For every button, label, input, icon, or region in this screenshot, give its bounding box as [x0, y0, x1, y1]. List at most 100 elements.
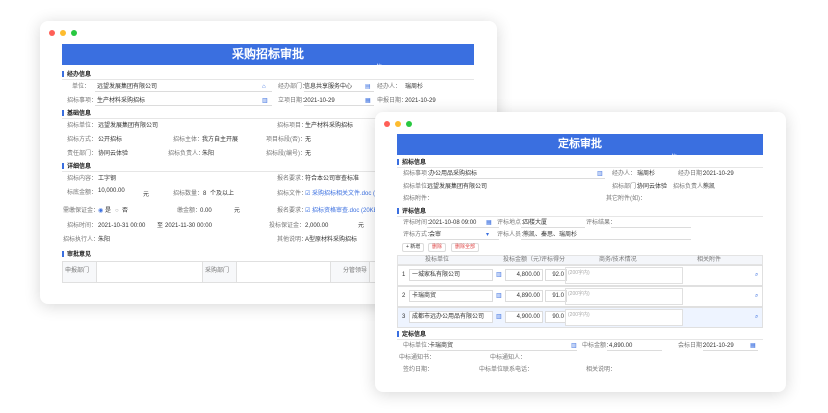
project-date-field[interactable]: 2021-10-29 [304, 97, 374, 106]
row-score-input[interactable]: 92.0 [545, 269, 567, 281]
agent-value: 瑞周杉 [637, 171, 656, 177]
bond-yes-label: 是 [105, 208, 112, 214]
eval-people-value: 熊凯、秦思、瑞周杉 [523, 232, 578, 238]
qty-unit: 个及以上 [210, 191, 235, 197]
bid-project-label: 招标项目： [277, 123, 308, 129]
winner-field[interactable]: 卡瑞商贸 [427, 342, 577, 351]
paperclip-icon[interactable]: ⌕ [755, 293, 758, 300]
section-bid-info: 招标信息 [397, 159, 426, 167]
col-amount: 投标金额（元） [503, 257, 546, 263]
winner-phone-label: 中标单位联系电话： [479, 367, 534, 373]
eval-place-value: 四楼大厦 [523, 220, 548, 226]
edit-icon[interactable]: ▥ [597, 171, 603, 178]
row-bidder-input[interactable]: 成都市远办公用品有限公司 [409, 311, 493, 323]
bid-time-start: 2021-10-31 00:00 [98, 223, 146, 229]
add-row-button[interactable]: + 新增 [402, 243, 425, 252]
divider [397, 167, 763, 168]
delete-all-button[interactable]: 删除全部 [451, 243, 480, 252]
bond-amount-label: 缴金额： [177, 208, 202, 214]
minimize-dot-icon[interactable] [395, 121, 401, 127]
col-bidder: 投标单位 [425, 257, 450, 263]
dept-field[interactable]: 信息共享服务中心 [304, 83, 374, 92]
eval-people-field[interactable]: 熊凯、秦思、瑞周杉 [521, 231, 691, 240]
row-score-value: 92.0 [552, 272, 564, 278]
bid-time-to: 至 [157, 223, 164, 229]
row-business-textarea[interactable]: (200字内) [565, 267, 683, 284]
other-attach-label: 其它附件(如)： [606, 196, 646, 202]
bid-project-value: 生产材料采购招标 [305, 123, 354, 129]
row-bidder-value: 成都市远办公用品有限公司 [412, 314, 485, 320]
select-icon[interactable]: ▥ [496, 272, 502, 279]
bond-required-label: 需缴保证金： [63, 208, 100, 214]
calendar-icon[interactable]: ▦ [750, 343, 756, 350]
dropdown-icon[interactable]: ▾ [486, 232, 489, 239]
content-value: 工字钢 [98, 176, 117, 182]
other-value: A型原材料采购招标 [305, 237, 358, 243]
other-label: 其他说明： [277, 237, 308, 243]
contract-date-label: 签约日期： [403, 367, 434, 373]
section-decision-info: 定标信息 [397, 331, 426, 339]
row-score-input[interactable]: 90.0 [545, 311, 567, 323]
radio-selected-icon[interactable]: ◉ [98, 208, 103, 215]
paperclip-icon[interactable]: ⌕ [755, 314, 758, 321]
unit-field[interactable]: 远望发展集团有限公司 [95, 83, 272, 92]
win-amount-field[interactable]: 4,890.00 [607, 342, 662, 351]
matter-field[interactable]: 办公用品采购招标 [427, 170, 605, 179]
row-amount-value: 4,900.00 [516, 314, 540, 320]
maximize-dot-icon[interactable] [71, 30, 77, 36]
paperclip-icon[interactable]: ⌕ [755, 272, 758, 279]
resp-dept-value: 协同云体验 [98, 151, 129, 157]
unit-value: 远望发展集团有限公司 [97, 84, 158, 90]
bid-time-label: 招标时间： [67, 223, 98, 229]
select-icon[interactable]: ▥ [496, 314, 502, 321]
select-icon[interactable]: ▥ [571, 343, 577, 350]
qty-label: 招标数量： [173, 191, 204, 197]
row-score-input[interactable]: 91.0 [545, 290, 567, 302]
form-header: 定标审批 № [397, 134, 763, 159]
edit-icon[interactable]: ▥ [262, 98, 268, 105]
divider [62, 79, 474, 80]
calendar-icon[interactable]: ▦ [365, 98, 371, 105]
eval-place-field[interactable]: 四楼大厦 [521, 219, 585, 228]
bid-owner-value: 朱阳 [202, 151, 215, 157]
close-dot-icon[interactable] [384, 121, 390, 127]
close-dot-icon[interactable] [49, 30, 55, 36]
row-bidder-input[interactable]: 一城家私有限公司 [409, 269, 493, 281]
row-score-value: 90.0 [552, 314, 564, 320]
bid-file-link[interactable]: 采购招标相关文件.doc (20 [312, 191, 382, 198]
placeholder: (200字内) [568, 291, 590, 297]
row-amount-value: 4,800.00 [516, 272, 540, 278]
section-code-label: 招标段(编号)： [266, 151, 306, 157]
delete-button[interactable]: 删除 [428, 243, 447, 252]
divider [397, 339, 763, 340]
bid-file-label: 招标文件： [277, 191, 308, 197]
bid-subject-label: 招标主体： [173, 137, 204, 143]
col-score: 评标得分 [541, 257, 566, 263]
dept-select-icon[interactable]: ▤ [365, 84, 371, 91]
section-eval-info: 评标信息 [397, 208, 426, 216]
amount-label: 标底金额： [67, 190, 98, 196]
description-label: 相关说明： [586, 367, 617, 373]
maximize-dot-icon[interactable] [406, 121, 412, 127]
eval-method-value: 会审 [429, 232, 442, 238]
matter-field[interactable]: 生产材料采购招标 [95, 97, 272, 106]
bid-dept-value: 协同云体验 [637, 184, 668, 190]
row-amount-input[interactable]: 4,890.00 [505, 290, 543, 302]
row-bidder-input[interactable]: 卡瑞商贸 [409, 290, 493, 302]
checkbox-checked-icon[interactable]: ☑ [305, 208, 310, 215]
radio-empty-icon[interactable]: ○ [115, 208, 119, 215]
row-bidder-value: 卡瑞商贸 [412, 293, 437, 299]
row-business-textarea[interactable]: (200字内) [565, 309, 683, 326]
notice-label: 中标通知书： [399, 355, 436, 361]
select-icon[interactable]: ▥ [496, 293, 502, 300]
row-business-textarea[interactable]: (200字内) [565, 288, 683, 305]
bond-amount-value: 0.00 [200, 208, 212, 214]
org-select-icon[interactable]: ⌂ [262, 84, 266, 91]
minimize-dot-icon[interactable] [60, 30, 66, 36]
row-amount-input[interactable]: 4,900.00 [505, 311, 543, 323]
row-amount-input[interactable]: 4,800.00 [505, 269, 543, 281]
checkbox-checked-icon[interactable]: ☑ [305, 191, 310, 198]
req-file-link[interactable]: 招标资格审查.doc (20KB [312, 208, 378, 215]
calendar-icon[interactable]: ▦ [486, 220, 492, 227]
eval-result-field[interactable] [611, 219, 691, 228]
